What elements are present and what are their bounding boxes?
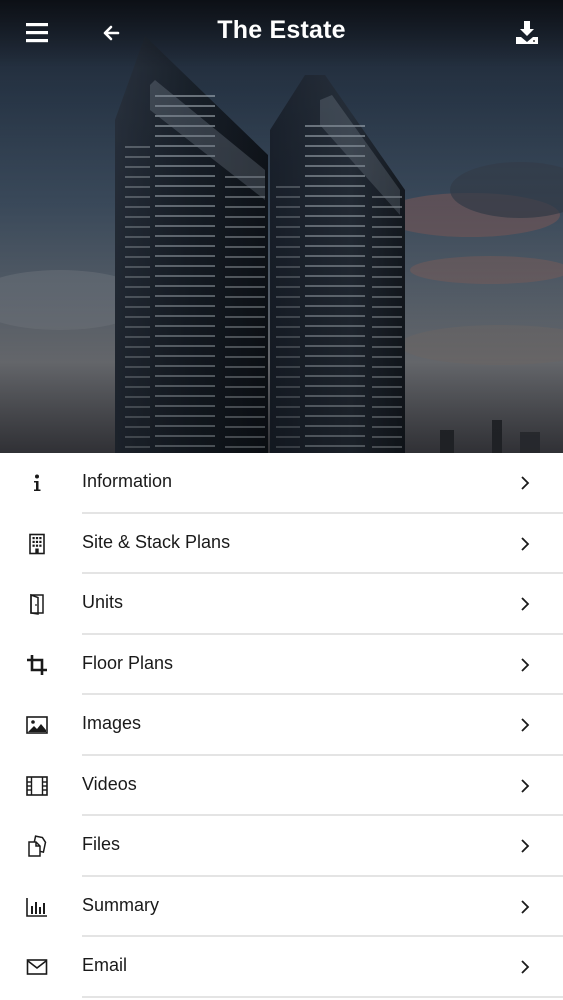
divider [82, 995, 563, 998]
door-icon [25, 592, 49, 616]
menu-item-information[interactable]: Information [0, 453, 563, 514]
bar-chart-icon [25, 895, 49, 919]
menu-item-label: Files [82, 834, 121, 854]
menu-item-images[interactable]: Images [0, 695, 563, 756]
menu-item-summary[interactable]: Summary [0, 877, 563, 937]
menu-item-videos[interactable]: Videos [0, 756, 563, 816]
menu-item-label: Floor Plans [82, 652, 174, 673]
menu-item-floor-plans[interactable]: Floor Plans [0, 635, 563, 695]
film-icon [25, 774, 49, 798]
back-arrow-icon[interactable] [98, 20, 126, 46]
menu-item-label: Units [82, 592, 124, 612]
app-screen: The Estate Information Site & Stack Plan… [0, 0, 563, 1000]
menu-item-email[interactable]: Email [0, 937, 563, 998]
chevron-right-icon [516, 716, 534, 734]
hero-image: The Estate [0, 0, 563, 453]
crop-icon [25, 653, 49, 677]
files-icon [25, 834, 49, 858]
chevron-right-icon [516, 777, 534, 795]
building-icon [25, 532, 49, 556]
download-icon[interactable] [513, 18, 543, 48]
estate-menu-list: Information Site & Stack Plans Units Flo… [0, 453, 563, 1000]
chevron-right-icon [516, 656, 534, 674]
menu-item-label: Information [82, 471, 173, 491]
menu-item-site-stack-plans[interactable]: Site & Stack Plans [0, 514, 563, 574]
menu-item-label: Videos [82, 773, 137, 794]
menu-item-label: Site & Stack Plans [82, 531, 231, 552]
hamburger-menu-icon[interactable] [24, 20, 52, 46]
info-icon [25, 471, 49, 495]
image-icon [25, 713, 49, 737]
menu-item-units[interactable]: Units [0, 574, 563, 635]
chevron-right-icon [516, 898, 534, 916]
top-app-bar: The Estate [0, 0, 563, 68]
menu-item-label: Images [82, 713, 142, 733]
envelope-icon [25, 955, 49, 979]
chevron-right-icon [516, 958, 534, 976]
chevron-right-icon [516, 535, 534, 553]
page-title: The Estate [217, 16, 346, 44]
menu-item-label: Summary [82, 894, 160, 915]
chevron-right-icon [516, 837, 534, 855]
menu-item-files[interactable]: Files [0, 816, 563, 877]
menu-item-label: Email [82, 955, 128, 975]
chevron-right-icon [516, 474, 534, 492]
chevron-right-icon [516, 595, 534, 613]
